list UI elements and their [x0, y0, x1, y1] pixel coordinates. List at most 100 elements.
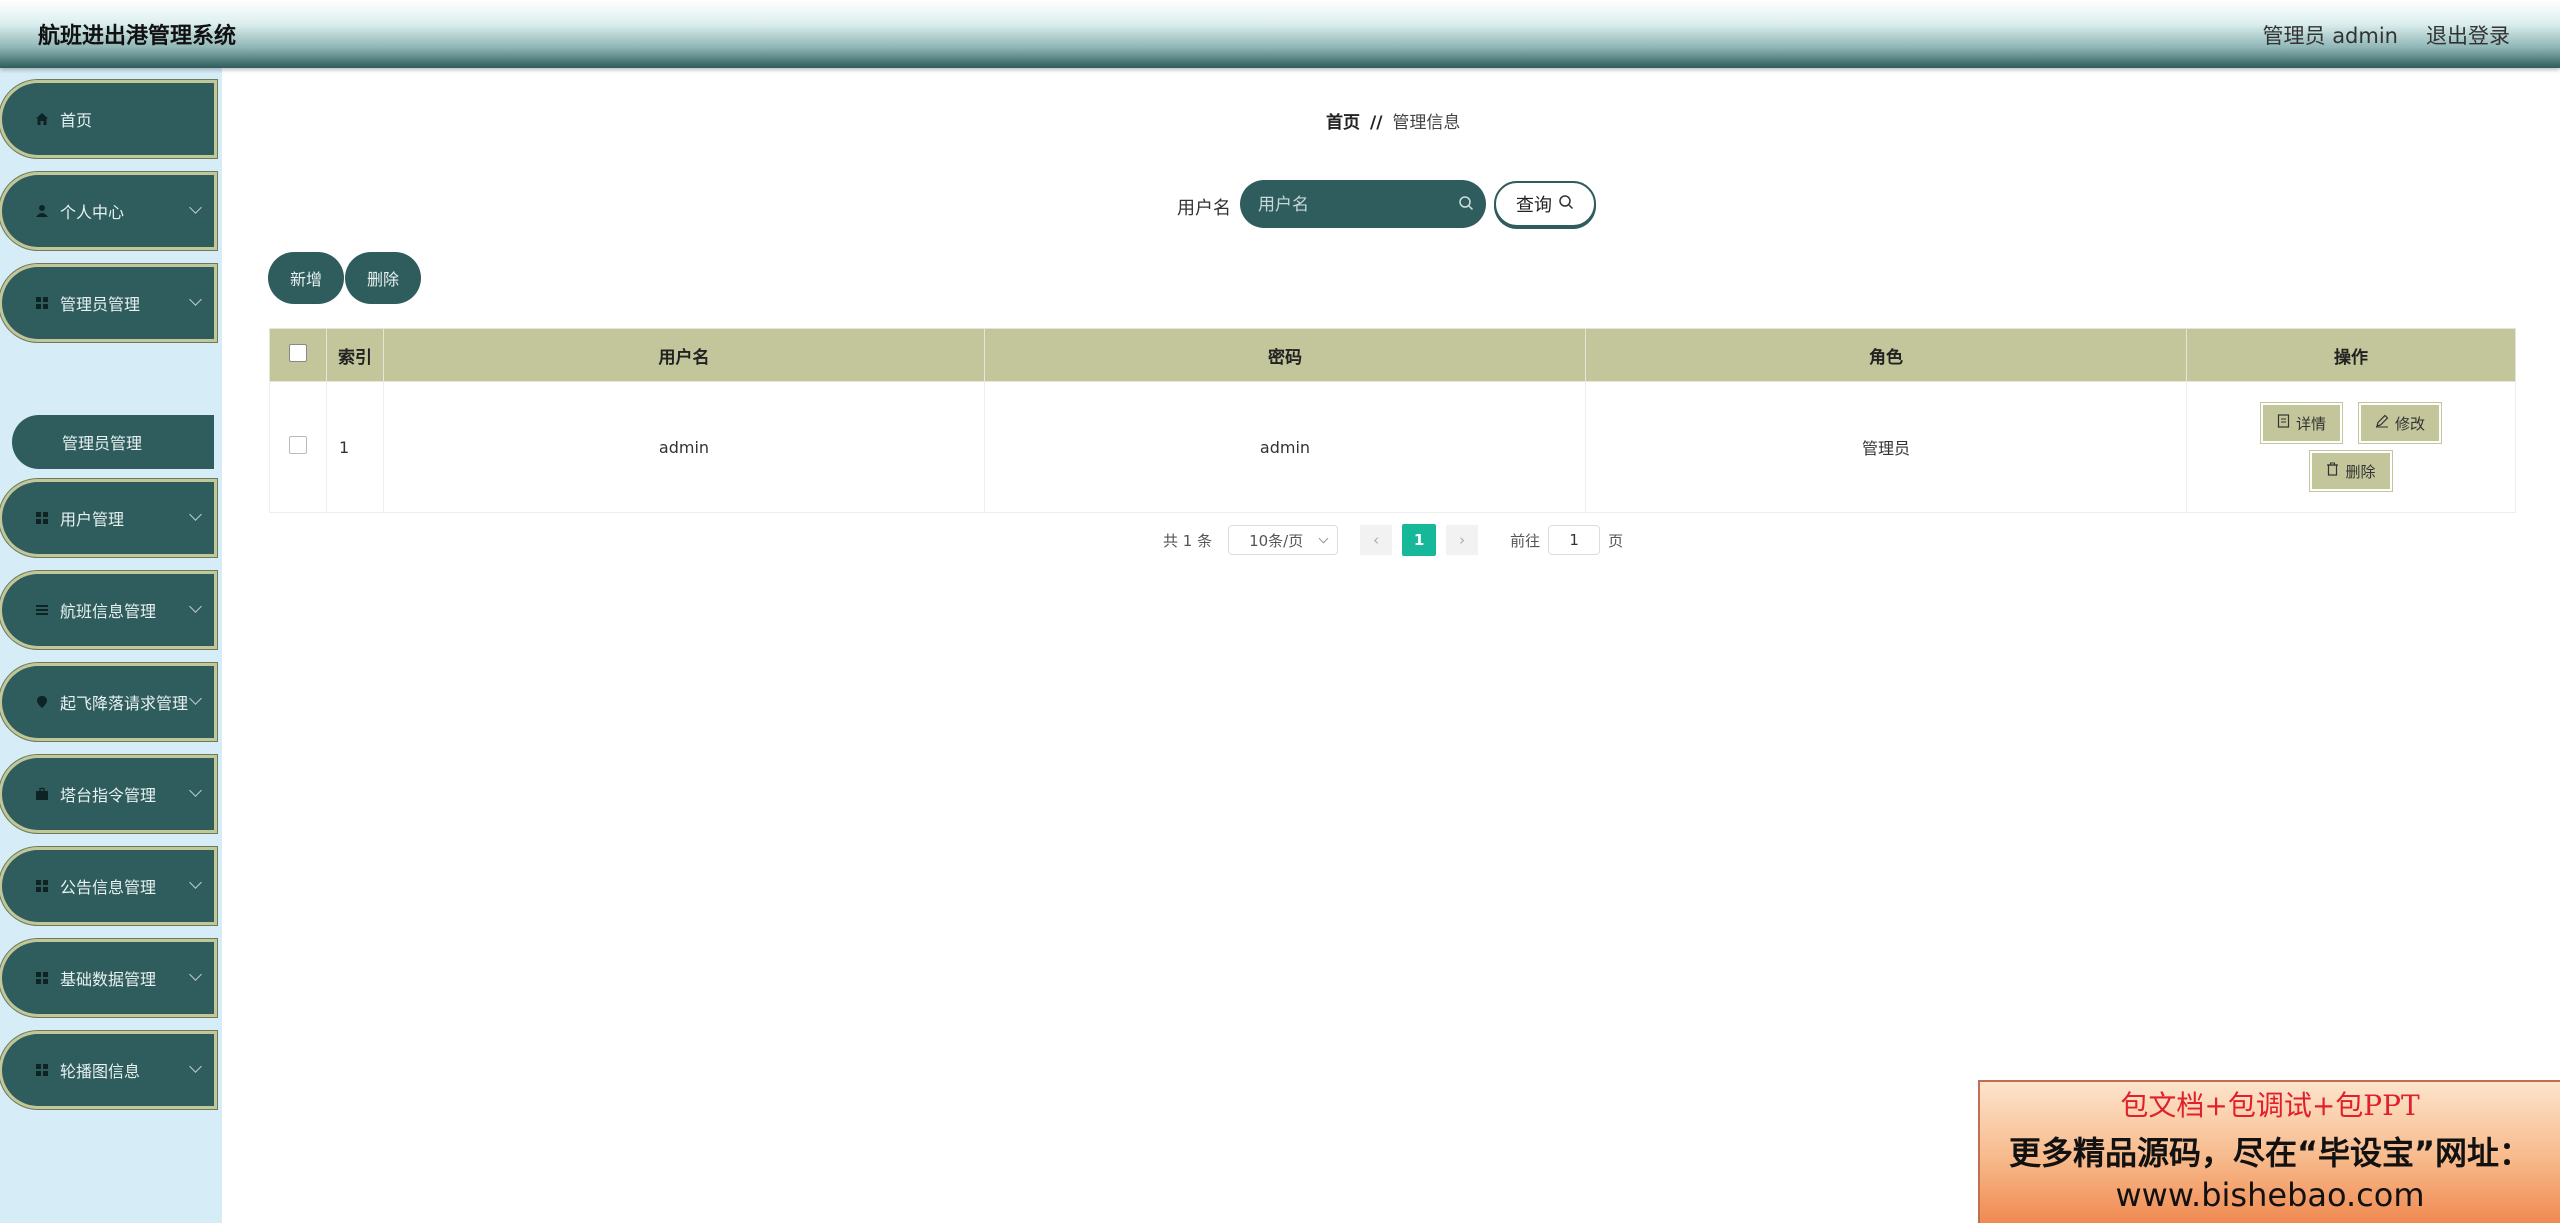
column-header-role: 角色 — [1585, 328, 2187, 382]
sidebar-item-label: 公告信息管理 — [60, 878, 157, 897]
chevron-down-icon — [189, 968, 202, 981]
detail-button[interactable]: 详情 — [2260, 403, 2342, 443]
edit-button[interactable]: 修改 — [2359, 403, 2442, 443]
grid-icon — [34, 878, 50, 894]
cell-username: admin — [383, 381, 985, 513]
sidebar-item-label: 基础数据管理 — [60, 970, 157, 989]
header-user-area: 管理员 admin 退出登录 — [2263, 20, 2510, 50]
sidebar-item-label: 轮播图信息 — [60, 1062, 141, 1081]
sidebar-item-tower-command[interactable]: 塔台指令管理 — [4, 760, 212, 828]
column-header-password: 密码 — [984, 328, 1586, 382]
row-select-cell — [269, 381, 327, 513]
list-icon — [34, 602, 50, 618]
sidebar-item-admin-management[interactable]: 管理员管理 — [4, 269, 212, 337]
sidebar-item-label: 个人中心 — [60, 203, 125, 222]
column-header-username: 用户名 — [383, 328, 985, 382]
next-page-button[interactable]: › — [1446, 525, 1479, 555]
search-icon — [1558, 194, 1574, 215]
home-icon — [34, 111, 50, 127]
search-label: 用户名 — [1177, 198, 1231, 219]
select-all-cell — [269, 328, 327, 382]
admin-table: 索引 用户名 密码 角色 操作 1 admin admin 管理员 详情 修改 … — [269, 328, 2516, 513]
sidebar-item-basic-data[interactable]: 基础数据管理 — [4, 944, 212, 1012]
breadcrumb-separator: // — [1370, 113, 1383, 133]
sidebar-item-label: 塔台指令管理 — [60, 786, 157, 805]
add-button[interactable]: 新增 — [268, 252, 344, 304]
cell-actions: 详情 修改 删除 — [2186, 381, 2516, 513]
app-title: 航班进出港管理系统 — [38, 24, 237, 49]
query-button-label: 查询 — [1516, 195, 1552, 216]
breadcrumb: 首页 // 管理信息 — [1326, 108, 1460, 133]
cell-role: 管理员 — [1585, 381, 2187, 513]
promo-line-2: 更多精品源码，尽在“毕设宝”网址： — [2008, 1134, 2532, 1172]
current-user-label: 管理员 admin — [2262, 24, 2398, 48]
chevron-left-icon: ‹ — [1373, 531, 1380, 549]
cell-password: admin — [984, 381, 1586, 513]
sidebar-item-label: 起飞降落请求管理 — [60, 694, 189, 713]
chevron-down-icon — [189, 784, 202, 797]
sidebar-item-label: 首页 — [60, 111, 93, 130]
sidebar-item-label: 航班信息管理 — [60, 602, 157, 621]
column-header-actions: 操作 — [2186, 328, 2516, 382]
sidebar-subitem-admin-management[interactable]: 管理员管理 — [12, 415, 214, 469]
edit-icon — [2375, 414, 2389, 432]
sidebar-subitem-label: 管理员管理 — [62, 434, 143, 453]
table-header-row: 索引 用户名 密码 角色 操作 — [269, 328, 2516, 382]
sidebar: 首页 个人中心 管理员管理 管理员管理 用户管理 航班信息管理 起飞降落请求管理… — [0, 68, 222, 1223]
breadcrumb-current: 管理信息 — [1392, 113, 1461, 133]
edit-button-label: 修改 — [2395, 414, 2426, 433]
sidebar-item-carousel[interactable]: 轮播图信息 — [4, 1036, 212, 1104]
select-all-checkbox[interactable] — [289, 343, 307, 362]
sidebar-item-takeoff-landing[interactable]: 起飞降落请求管理 — [4, 668, 212, 736]
sidebar-item-label: 用户管理 — [60, 510, 125, 529]
chevron-down-icon — [189, 201, 202, 214]
table-row: 1 admin admin 管理员 详情 修改 删除 — [269, 381, 2516, 513]
column-header-index: 索引 — [326, 328, 384, 382]
page-size-select[interactable]: 10条/页 — [1228, 525, 1339, 555]
grid-icon — [34, 1062, 50, 1078]
promo-banner: 包文档+包调试+包PPT 更多精品源码，尽在“毕设宝”网址： www.bishe… — [1978, 1080, 2560, 1223]
promo-url: www.bishebao.com — [2115, 1176, 2425, 1214]
user-icon — [34, 203, 50, 219]
grid-icon — [34, 970, 50, 986]
sidebar-item-label: 管理员管理 — [60, 295, 141, 314]
chevron-right-icon: › — [1459, 531, 1466, 549]
chevron-down-icon — [1318, 533, 1329, 544]
document-icon — [2277, 414, 2290, 432]
trash-icon — [2326, 462, 2339, 480]
pagination-total: 共 1 条 — [1163, 531, 1213, 550]
delete-button[interactable]: 删除 — [2310, 451, 2392, 491]
chevron-down-icon — [189, 600, 202, 613]
prev-page-button[interactable]: ‹ — [1360, 525, 1393, 555]
briefcase-icon — [34, 786, 50, 802]
chevron-down-icon — [189, 876, 202, 889]
sidebar-item-user-management[interactable]: 用户管理 — [4, 484, 212, 552]
promo-line-1: 包文档+包调试+包PPT — [2120, 1089, 2420, 1122]
chevron-down-icon — [189, 1060, 202, 1073]
goto-page-input[interactable]: 1 — [1548, 525, 1601, 555]
page-number-button[interactable]: 1 — [1402, 524, 1437, 556]
sidebar-item-announcement[interactable]: 公告信息管理 — [4, 852, 212, 920]
detail-button-label: 详情 — [2295, 414, 2326, 433]
sidebar-item-home[interactable]: 首页 — [4, 85, 212, 153]
search-box — [1240, 180, 1486, 228]
chevron-down-icon — [189, 293, 202, 306]
batch-delete-button[interactable]: 删除 — [345, 252, 421, 304]
sidebar-item-profile[interactable]: 个人中心 — [4, 177, 212, 245]
grid-icon — [34, 295, 50, 311]
search-input[interactable] — [1256, 188, 1450, 222]
pagination: 共 1 条 10条/页 ‹ 1 › 前往 1 页 — [1163, 524, 1623, 556]
delete-button-label: 删除 — [2345, 462, 2376, 481]
breadcrumb-home[interactable]: 首页 — [1326, 113, 1360, 133]
page-unit-label: 页 — [1608, 531, 1624, 550]
chevron-down-icon — [189, 508, 202, 521]
row-checkbox[interactable] — [289, 436, 307, 454]
page-size-value: 10条/页 — [1249, 531, 1304, 550]
cell-index: 1 — [326, 381, 384, 513]
location-icon — [34, 694, 50, 710]
query-button[interactable]: 查询 — [1494, 181, 1596, 227]
search-icon — [1458, 195, 1474, 215]
goto-label: 前往 — [1510, 531, 1541, 550]
logout-link[interactable]: 退出登录 — [2426, 20, 2510, 50]
sidebar-item-flight-info[interactable]: 航班信息管理 — [4, 576, 212, 644]
